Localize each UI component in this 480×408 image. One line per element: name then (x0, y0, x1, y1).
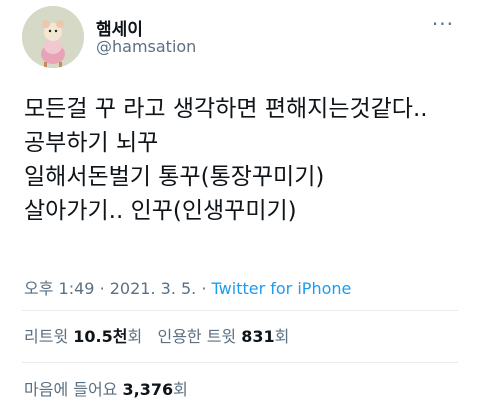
quote-tweets-count: 831 (241, 327, 275, 346)
quote-tweets-label: 인용한 트윗 (157, 327, 237, 346)
tweet-text: 모든걸 꾸 라고 생각하면 편해지는것같다.. 공부하기 뇌꾸 일해서돈벌기 통… (24, 92, 474, 228)
likes-suffix: 회 (173, 380, 188, 399)
meta-separator: · (99, 279, 105, 298)
tweet-line: 일해서돈벌기 통꾸(통장꾸미기) (24, 164, 325, 190)
quote-tweets-stat[interactable]: 인용한 트윗 831회 (157, 327, 289, 346)
tweet-line: 모든걸 꾸 라고 생각하면 편해지는것같다.. (24, 96, 428, 122)
user-handle[interactable]: @hamsation (96, 37, 196, 56)
likes-stat[interactable]: 마음에 들어요 3,376회 (24, 376, 188, 400)
tweet-line: 살아가기.. 인꾸(인생꾸미기) (24, 198, 297, 224)
quote-tweets-suffix: 회 (274, 327, 290, 346)
likes-label: 마음에 들어요 (24, 380, 118, 399)
likes-count: 3,376 (122, 380, 174, 399)
tweet-time[interactable]: 오후 1:49 (24, 279, 94, 298)
retweets-stat[interactable]: 리트윗 10.5천회 (24, 327, 147, 346)
divider (22, 310, 458, 311)
divider (22, 362, 458, 363)
retweets-suffix: 회 (127, 327, 143, 346)
avatar-image (22, 6, 84, 68)
retweets-count: 10.5천 (73, 327, 128, 346)
tweet-source-link[interactable]: Twitter for iPhone (212, 279, 352, 298)
tweet-meta: 오후 1:49 · 2021. 3. 5. · Twitter for iPho… (24, 275, 351, 299)
avatar[interactable] (22, 6, 84, 68)
engagement-stats: 리트윗 10.5천회 인용한 트윗 831회 (24, 323, 289, 347)
more-horizontal-icon[interactable]: ··· (432, 12, 454, 36)
retweets-label: 리트윗 (24, 327, 69, 346)
tweet-line: 공부하기 뇌꾸 (24, 130, 159, 156)
tweet-date[interactable]: 2021. 3. 5. (110, 279, 197, 298)
meta-separator: · (201, 279, 207, 298)
